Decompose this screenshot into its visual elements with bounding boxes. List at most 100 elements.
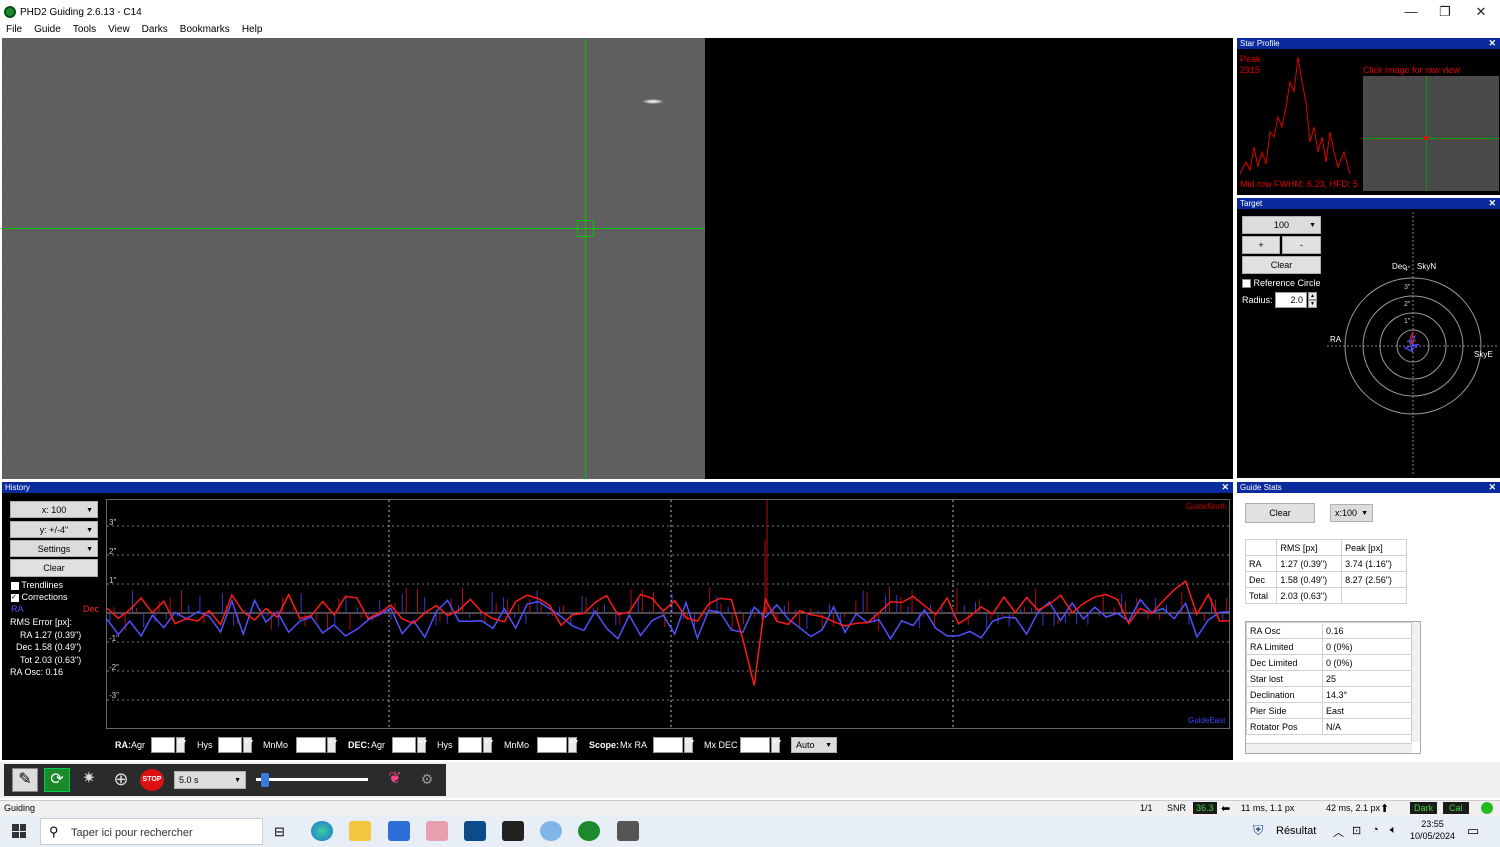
- guide-stats-clear-button[interactable]: Clear: [1245, 503, 1315, 523]
- status-light-icon: [1481, 802, 1493, 814]
- menu-help[interactable]: Help: [236, 22, 269, 35]
- gear-connect-icon[interactable]: ✎: [12, 768, 38, 792]
- dec-hys-input[interactable]: 10: [458, 737, 482, 753]
- dec-params-label: DEC:: [348, 740, 370, 750]
- ra-hys-spin-icon[interactable]: ▲▼: [243, 737, 254, 753]
- restore-button[interactable]: ❐: [1430, 3, 1460, 21]
- dec-hys-spin-icon[interactable]: ▲▼: [483, 737, 494, 753]
- menu-tools[interactable]: Tools: [67, 22, 102, 35]
- info-key: Dec Limited: [1246, 654, 1323, 671]
- close-icon[interactable]: ✕: [1488, 38, 1496, 49]
- menu-file[interactable]: File: [0, 22, 28, 35]
- target-zoom-out-button[interactable]: -: [1282, 236, 1321, 254]
- history-settings-dropdown[interactable]: Settings ▼: [10, 540, 98, 557]
- file-explorer-icon[interactable]: [349, 821, 371, 841]
- menu-bookmarks[interactable]: Bookmarks: [174, 22, 236, 35]
- camera-view[interactable]: [2, 38, 1233, 479]
- mx-ra-input[interactable]: 2500: [653, 737, 683, 753]
- camera-frame[interactable]: [2, 38, 705, 479]
- close-icon[interactable]: ✕: [1488, 482, 1496, 493]
- guide-stats-scale-dropdown[interactable]: x:100 ▼: [1330, 504, 1373, 522]
- frame-count: 1/1: [1140, 803, 1153, 813]
- exposure-dropdown[interactable]: 5.0 s ▼: [174, 771, 246, 789]
- star-profile-title: Star Profile: [1240, 39, 1280, 48]
- store-icon[interactable]: [388, 821, 410, 841]
- vertical-scrollbar[interactable]: [1411, 622, 1420, 742]
- security-icon[interactable]: ⛨: [1253, 822, 1264, 839]
- dec-agr-spin-icon[interactable]: ▲▼: [417, 737, 428, 753]
- radius-up-icon[interactable]: ▲: [1308, 292, 1317, 300]
- radius-input[interactable]: 2.0: [1275, 292, 1307, 308]
- close-icon[interactable]: ✕: [1488, 198, 1496, 209]
- task-view-icon[interactable]: ⊟: [274, 824, 285, 840]
- phd2-taskbar-icon[interactable]: [578, 821, 600, 841]
- guide-stats-table: RMS [px] Peak [px] RA 1.27 (0.39") 3.74 …: [1244, 539, 1407, 604]
- table-cell: Total: [1244, 587, 1278, 604]
- taskbar-result-label[interactable]: Résultat: [1276, 825, 1316, 837]
- mx-dec-input[interactable]: 2500: [740, 737, 770, 753]
- app-icon[interactable]: [540, 821, 562, 841]
- guide-star-box[interactable]: [577, 220, 594, 237]
- tray-chevron-icon[interactable]: ︿: [1333, 824, 1344, 840]
- close-icon[interactable]: ✕: [1221, 482, 1229, 493]
- auto-select-star-icon[interactable]: ✷: [76, 768, 102, 792]
- dec-agr-input[interactable]: 50: [392, 737, 416, 753]
- chevron-down-icon: ▼: [1361, 510, 1368, 517]
- menu-guide[interactable]: Guide: [28, 22, 67, 35]
- table-cell: [1341, 587, 1407, 604]
- windows-start-icon[interactable]: [12, 824, 26, 838]
- dec-mnmo-input[interactable]: 0.20: [537, 737, 567, 753]
- radius-down-icon[interactable]: ▼: [1308, 300, 1317, 308]
- history-clear-button[interactable]: Clear: [10, 559, 98, 577]
- brain-icon[interactable]: ❦: [382, 768, 408, 792]
- guide-info-list[interactable]: RA Osc 0.16 RA Limited 0 (0%) Dec Limited 0…: [1245, 621, 1421, 754]
- dec-mode-dropdown[interactable]: Auto ▼: [791, 737, 837, 753]
- notifications-icon[interactable]: ▭: [1467, 823, 1479, 839]
- app-icon[interactable]: [617, 821, 639, 841]
- reference-circle-checkbox[interactable]: Reference Circle: [1242, 278, 1321, 289]
- menu-view[interactable]: View: [102, 22, 136, 35]
- ra-agr-spin-icon[interactable]: ▲▼: [176, 737, 187, 753]
- clock-time: 23:55: [1421, 819, 1444, 829]
- mx-dec-spin-icon[interactable]: ▲▼: [771, 737, 782, 753]
- target-clear-button[interactable]: Clear: [1242, 256, 1321, 274]
- ra-mnmo-input[interactable]: 0.20: [296, 737, 326, 753]
- wifi-icon[interactable]: ◔: [1372, 824, 1379, 836]
- gamma-slider-handle[interactable]: [261, 773, 269, 787]
- ra-mnmo-spin-icon[interactable]: ▲▼: [327, 737, 338, 753]
- history-y-scale-dropdown[interactable]: y: +/-4" ▼: [10, 521, 98, 538]
- corrections-checkbox[interactable]: ✓ Corrections: [11, 592, 68, 602]
- paint-icon[interactable]: [426, 821, 448, 841]
- ra-agr-input[interactable]: 50: [151, 737, 175, 753]
- stop-icon[interactable]: STOP: [140, 769, 164, 791]
- camera-settings-icon[interactable]: ⚙: [414, 768, 440, 792]
- taskbar-clock[interactable]: 23:55 10/05/2024: [1410, 818, 1455, 842]
- taskbar-search-box[interactable]: ⚲ Taper ici pour rechercher: [40, 818, 263, 845]
- teamviewer-icon[interactable]: [464, 821, 486, 841]
- dec-mnmo-spin-icon[interactable]: ▲▼: [568, 737, 579, 753]
- horizontal-scrollbar[interactable]: [1246, 743, 1412, 753]
- star-zoom-image[interactable]: [1363, 76, 1499, 191]
- target-zoom-dropdown[interactable]: 100 ▼: [1242, 216, 1321, 234]
- target-zoom-in-button[interactable]: +: [1242, 236, 1280, 254]
- minimize-button[interactable]: —: [1396, 3, 1426, 21]
- guide-crosshair-icon[interactable]: ⊕: [108, 768, 134, 792]
- menu-darks[interactable]: Darks: [136, 22, 174, 35]
- dec-agr-label: Agr: [371, 740, 386, 750]
- trendlines-checkbox[interactable]: Trendlines: [11, 580, 63, 590]
- close-button[interactable]: ✕: [1466, 3, 1496, 21]
- history-x-scale-dropdown[interactable]: x: 100 ▼: [10, 501, 98, 518]
- dec-hys-label: Hys: [437, 740, 453, 750]
- gamma-slider[interactable]: [256, 778, 368, 781]
- network-icon[interactable]: ⊡: [1352, 824, 1361, 837]
- dec-arrow-icon: ⬆: [1380, 803, 1390, 815]
- loop-icon[interactable]: ⟳: [44, 768, 70, 792]
- mx-ra-spin-icon[interactable]: ▲▼: [684, 737, 695, 753]
- app-icon[interactable]: [502, 821, 524, 841]
- dec-series-line: [107, 579, 1229, 686]
- taskbar-search-placeholder: Taper ici pour rechercher: [71, 827, 193, 839]
- edge-icon[interactable]: [311, 821, 333, 841]
- table-cell: 1.58 (0.49"): [1276, 571, 1343, 588]
- ra-hys-input[interactable]: 10: [218, 737, 242, 753]
- volume-icon[interactable]: 🔈︎: [1390, 824, 1397, 837]
